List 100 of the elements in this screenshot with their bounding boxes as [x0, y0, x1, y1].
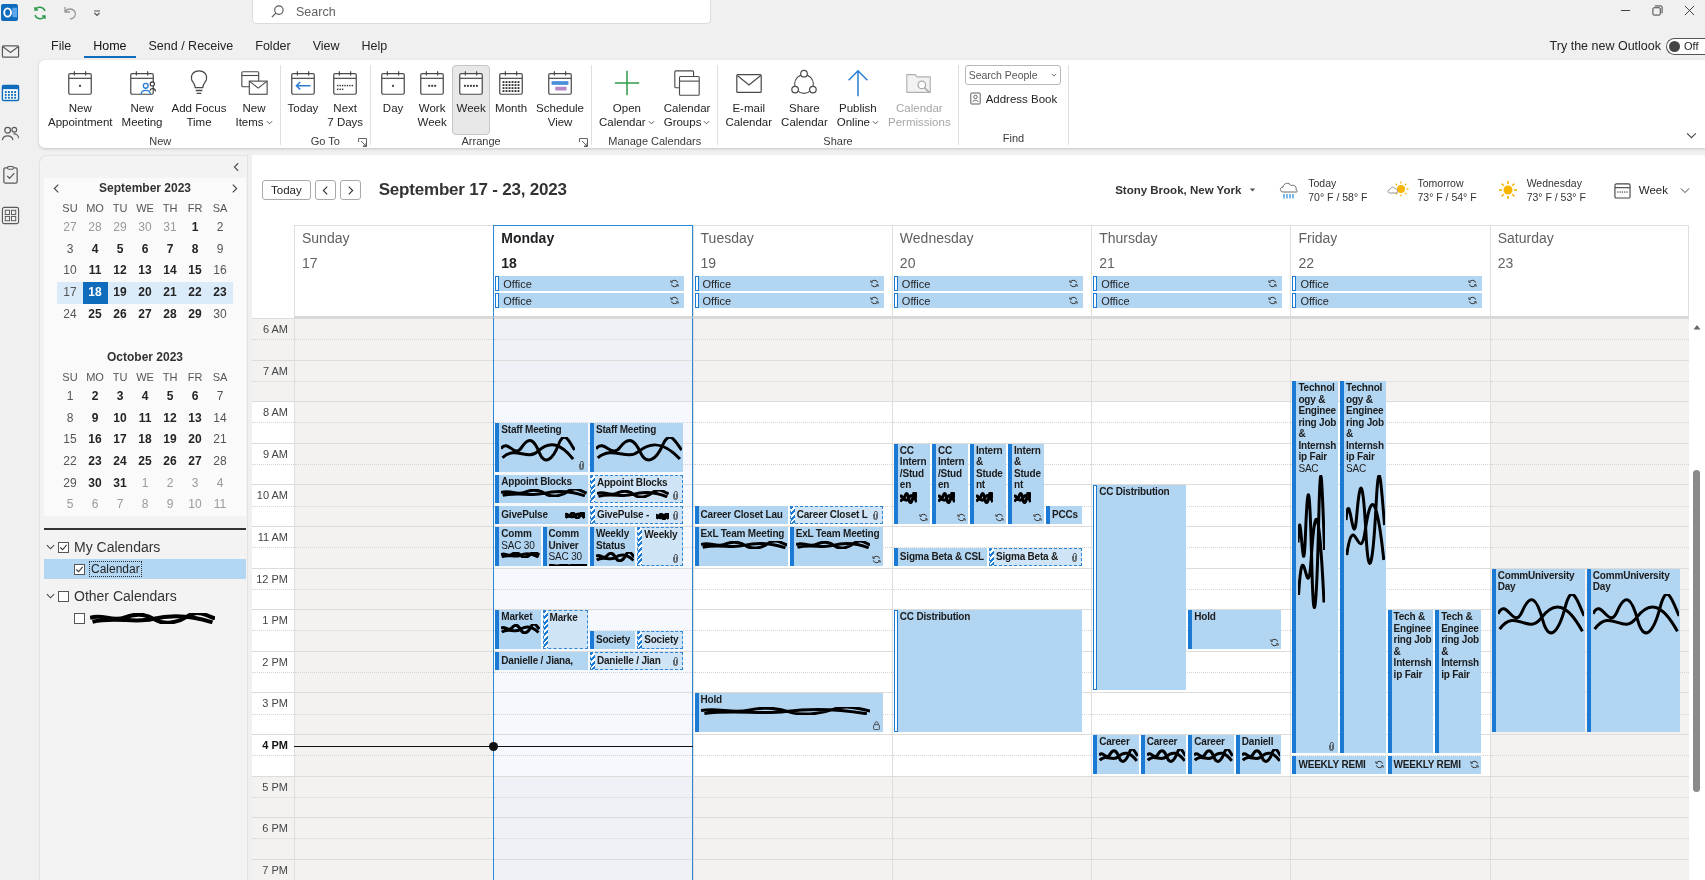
day-column[interactable]: Career Closet Lau Career Closet L ExL Team Meeting ExL Team Meeting Hold — [692, 318, 892, 880]
calendar-date[interactable]: 30 — [82, 472, 108, 495]
calendar-event[interactable]: CC Distribution — [1093, 485, 1187, 691]
calendar-date[interactable]: 3 — [107, 386, 133, 408]
calendar-date[interactable]: 28 — [157, 303, 183, 326]
calendar-event[interactable]: Comm Univer SAC 30 — [542, 527, 588, 566]
calendar-date[interactable]: 19 — [157, 429, 183, 452]
menu-tab[interactable]: Help — [352, 34, 397, 58]
day-date[interactable]: 21 — [1092, 250, 1291, 276]
calendar-event[interactable]: GivePulse - — [589, 506, 683, 524]
ribbon-button[interactable]: E-mail Calendar — [721, 65, 777, 135]
calendar-event[interactable]: CommUniversity Day — [1491, 568, 1585, 732]
all-day-event[interactable]: Office — [495, 276, 684, 291]
calendar-date[interactable]: 12 — [107, 260, 133, 283]
caret-down-icon[interactable] — [92, 7, 102, 18]
checkbox[interactable] — [58, 541, 69, 553]
close-icon[interactable] — [1684, 5, 1695, 16]
calendar-event[interactable]: Intern & Student — [1008, 443, 1045, 524]
day-column[interactable]: CC Intern/Studen CC Intern/Studen Intern & Student Intern & Student PCCs Sigma Beta & CSL Sigma Beta & CC Distribution — [891, 318, 1092, 880]
all-day-event[interactable]: Office — [893, 293, 1084, 308]
day-column[interactable]: CommUniversity Day CommUniversity Day — [1489, 318, 1689, 880]
calendar-date[interactable]: 31 — [107, 472, 133, 495]
calendar-date[interactable]: 1 — [57, 386, 83, 408]
calendar-event[interactable]: Weekly Status — [589, 527, 636, 566]
checkbox[interactable] — [58, 590, 69, 602]
calendar-date[interactable]: 7 — [207, 386, 233, 408]
day-column[interactable] — [1290, 318, 1490, 880]
calendar-date[interactable]: 10 — [107, 407, 133, 430]
calendar-date[interactable]: 15 — [57, 429, 83, 452]
chevron-down-icon[interactable] — [46, 593, 55, 599]
calendar-item[interactable]: Calendar — [44, 559, 246, 579]
calendar-date[interactable]: 21 — [157, 282, 183, 304]
scrollbar-thumb[interactable] — [1693, 470, 1700, 792]
day-date[interactable]: 19 — [693, 250, 892, 276]
calendar-date[interactable]: 29 — [57, 472, 83, 495]
calendar-event[interactable]: Appoint Blocks — [495, 475, 588, 504]
menu-tab[interactable]: View — [303, 34, 349, 58]
calendar-event[interactable]: CC Distribution — [893, 610, 1083, 732]
calendar-date[interactable]: 16 — [207, 260, 233, 283]
calendar-date[interactable]: 22 — [57, 451, 83, 473]
calendar-date[interactable]: 23 — [207, 282, 233, 304]
ribbon-button[interactable]: New Meeting — [117, 65, 167, 135]
calendar-group-item[interactable]: My Calendars — [44, 536, 246, 558]
calendar-event[interactable]: Technology & Engineering Job & Internship Fair SAC — [1340, 381, 1386, 753]
menu-tab[interactable]: File — [42, 34, 81, 58]
calendar-date[interactable]: 20 — [182, 429, 208, 452]
calendar-event[interactable]: Staff Meeting — [495, 423, 588, 472]
calendar-date[interactable]: 18 — [82, 282, 108, 304]
ribbon-button[interactable]: New Items — [231, 65, 277, 135]
calendar-date[interactable]: 3 — [57, 238, 83, 261]
day-column[interactable]: CC Distribution Hold Career Career Career Daniell — [1091, 318, 1291, 880]
calendar-event[interactable]: Comm SAC 30 — [495, 527, 541, 566]
all-day-event[interactable]: Office — [1292, 276, 1482, 291]
calendar-date[interactable]: 8 — [182, 238, 208, 261]
calendar-date[interactable]: 13 — [182, 407, 208, 430]
day-date[interactable]: 22 — [1291, 250, 1490, 276]
calendar-date[interactable]: 23 — [82, 451, 108, 473]
calendar-date[interactable]: 6 — [182, 386, 208, 408]
calendar-date[interactable]: 6 — [132, 238, 158, 261]
search-field[interactable]: Search — [252, 0, 711, 24]
calendar-date[interactable]: 26 — [107, 303, 133, 326]
ribbon-button[interactable]: Share Calendar — [777, 65, 832, 135]
dialog-launcher-icon[interactable] — [358, 138, 368, 147]
toggle-switch[interactable]: Off — [1666, 37, 1705, 55]
calendar-date[interactable]: 13 — [132, 260, 158, 283]
people-icon[interactable] — [1, 124, 20, 143]
chevron-down-icon[interactable] — [1686, 132, 1697, 139]
calendar-date[interactable]: 24 — [107, 451, 133, 473]
calendar-date[interactable]: 5 — [157, 386, 183, 408]
search-people-field[interactable]: Search People — [964, 65, 1061, 85]
calendar-event[interactable]: Career Closet L — [789, 506, 883, 524]
calendar-date[interactable]: 7 — [157, 238, 183, 261]
location-dropdown[interactable]: Stony Brook, New York — [1115, 184, 1257, 196]
ribbon-button[interactable]: Work Week — [413, 65, 452, 135]
chevron-down-icon[interactable] — [46, 544, 55, 550]
calendar-event[interactable]: Marke — [542, 610, 588, 649]
ribbon-button[interactable]: Day — [374, 65, 413, 135]
calendar-event[interactable]: Daniell — [1235, 735, 1282, 774]
restore-icon[interactable] — [1652, 5, 1663, 16]
calendar-date[interactable]: 26 — [157, 451, 183, 473]
day-date[interactable]: 17 — [295, 250, 494, 276]
calendar-event[interactable]: Society — [637, 631, 683, 649]
calendar-event[interactable]: Tech & Engineering Job & Internship Fair — [1435, 610, 1481, 753]
calendar-date[interactable]: 25 — [132, 451, 158, 473]
calendar-date[interactable]: 11 — [132, 407, 158, 430]
calendar-event[interactable]: Career — [1093, 735, 1139, 774]
calendar-date[interactable]: 29 — [182, 303, 208, 326]
calendar-date[interactable]: 27 — [182, 451, 208, 473]
chevron-left-icon[interactable] — [233, 162, 240, 172]
calendar-date[interactable]: 5 — [107, 238, 133, 261]
all-day-event[interactable]: Office — [1093, 293, 1283, 308]
calendar-event[interactable]: Technology & Engineering Job & Internship Fair SAC — [1292, 381, 1338, 753]
chevron-right-icon[interactable] — [230, 182, 238, 194]
ribbon-button[interactable]: New Appointment — [44, 65, 117, 135]
calendar-date[interactable]: 10 — [57, 260, 83, 283]
calendar-date[interactable]: 2 — [82, 386, 108, 408]
ribbon-button[interactable]: Publish Online — [832, 65, 883, 135]
calendar-event[interactable]: Career — [1140, 735, 1187, 774]
calendar-event[interactable]: Career Closet Lau — [694, 506, 788, 524]
ribbon-button[interactable]: Next 7 Days — [323, 65, 368, 135]
